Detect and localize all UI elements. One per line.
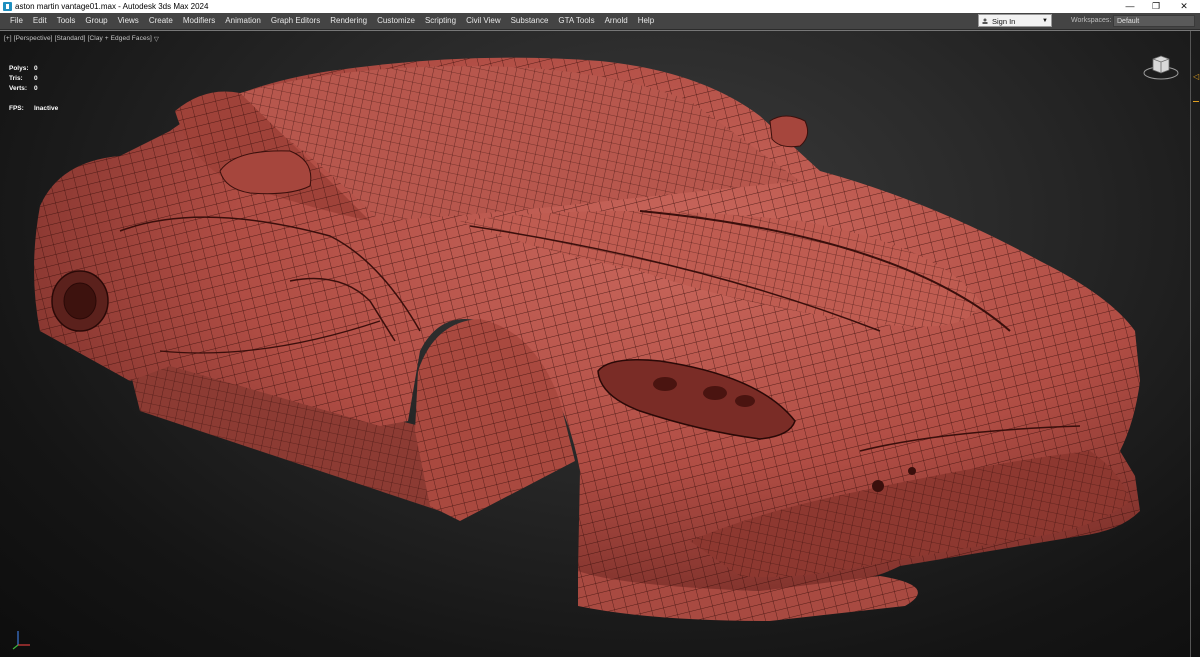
close-button[interactable]: ✕ — [1171, 0, 1197, 13]
menu-animation[interactable]: Animation — [220, 13, 266, 29]
perspective-viewport[interactable]: [+] [Perspective] [Standard] [Clay + Edg… — [0, 30, 1200, 657]
verts-value: 0 — [34, 85, 38, 92]
axis-tripod-icon — [12, 631, 30, 650]
verts-label: Verts: — [9, 85, 28, 92]
menu-scripting[interactable]: Scripting — [420, 13, 461, 29]
triangle-marker-icon: ◁ — [1193, 72, 1200, 81]
tris-value: 0 — [34, 75, 38, 82]
3dsmax-app-icon — [3, 2, 12, 11]
tris-label: Tris: — [9, 75, 23, 82]
menu-rendering[interactable]: Rendering — [325, 13, 372, 29]
menu-substance[interactable]: Substance — [506, 13, 554, 29]
viewport-label-menu[interactable]: [+] [Perspective] [Standard] [Clay + Edg… — [4, 35, 159, 43]
viewport-statistics: Polys: 0 Tris: 0 Verts: 0 FPS: Inactive — [9, 64, 58, 114]
restore-button[interactable]: ❐ — [1143, 0, 1169, 13]
menu-group[interactable]: Group — [80, 13, 112, 29]
viewport-general-menu[interactable]: [+] — [4, 35, 12, 43]
workspaces-select[interactable]: Default — [1113, 15, 1195, 27]
window-title-bar[interactable]: aston martin vantage01.max - Autodesk 3d… — [0, 0, 1200, 13]
menu-modifiers[interactable]: Modifiers — [178, 13, 220, 29]
menu-tools[interactable]: Tools — [52, 13, 81, 29]
menu-edit[interactable]: Edit — [28, 13, 52, 29]
main-menu-bar: File Edit Tools Group Views Create Modifiers An… — [0, 13, 1200, 30]
viewport-right-edge: ◁ — [1190, 31, 1200, 657]
fps-label: FPS: — [9, 105, 24, 112]
sign-in-label: Sign In — [992, 17, 1016, 26]
menu-civil-view[interactable]: Civil View — [461, 13, 506, 29]
menu-create[interactable]: Create — [144, 13, 178, 29]
menu-gta-tools[interactable]: GTA Tools — [553, 13, 599, 29]
menu-graph-editors[interactable]: Graph Editors — [266, 13, 325, 29]
edge-marker — [1193, 101, 1199, 102]
window-title: aston martin vantage01.max - Autodesk 3d… — [15, 2, 209, 11]
minimize-button[interactable]: — — [1117, 0, 1143, 13]
menu-customize[interactable]: Customize — [372, 13, 420, 29]
sign-in-dropdown[interactable]: Sign In ▼ — [978, 14, 1052, 27]
user-icon — [982, 18, 988, 24]
car-wireframe-model — [34, 57, 1140, 621]
viewport-filter-icon[interactable]: ▽ — [154, 35, 159, 43]
menu-views[interactable]: Views — [113, 13, 144, 29]
menu-help[interactable]: Help — [633, 13, 659, 29]
polys-label: Polys: — [9, 65, 29, 72]
menu-file[interactable]: File — [5, 13, 28, 29]
workspaces-label: Workspaces: — [1071, 17, 1112, 24]
polys-value: 0 — [34, 65, 38, 72]
fps-value: Inactive — [34, 105, 59, 112]
chevron-down-icon: ▼ — [1042, 18, 1048, 24]
viewport-point-of-view-menu[interactable]: [Perspective] — [14, 35, 53, 43]
viewport-standard-menu[interactable]: [Standard] — [55, 35, 86, 43]
viewport-shading-menu[interactable]: [Clay + Edged Faces] — [88, 35, 152, 43]
menu-arnold[interactable]: Arnold — [600, 13, 633, 29]
viewcube-icon[interactable] — [1142, 53, 1180, 81]
